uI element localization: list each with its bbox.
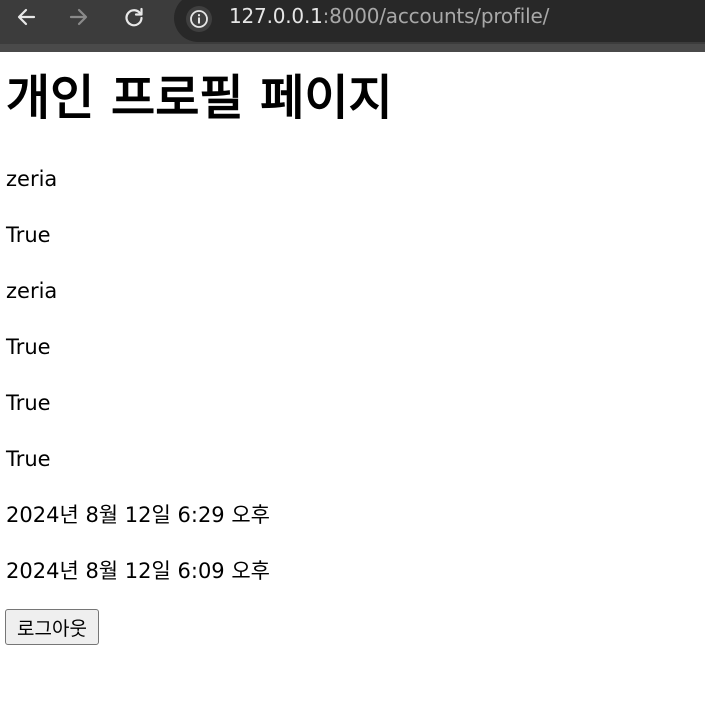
- profile-field-flag: True: [6, 335, 51, 359]
- profile-field-flag: True: [6, 223, 51, 247]
- profile-field-date-joined: 2024년 8월 12일 6:09 오후: [6, 559, 270, 583]
- profile-field-username: zeria: [6, 279, 58, 303]
- profile-field-username: zeria: [6, 167, 58, 191]
- forward-button[interactable]: [63, 4, 95, 30]
- arrow-right-icon: [69, 8, 88, 26]
- profile-field-flag: True: [6, 447, 51, 471]
- url-path: :8000/accounts/profile/: [322, 4, 550, 28]
- arrow-left-icon: [17, 8, 36, 26]
- url-text[interactable]: 127.0.0.1:8000/accounts/profile/: [229, 4, 549, 28]
- reload-button[interactable]: [118, 4, 150, 30]
- profile-field-flag: True: [6, 391, 51, 415]
- address-bar[interactable]: 127.0.0.1:8000/accounts/profile/: [174, 0, 705, 42]
- browser-toolbar: 127.0.0.1:8000/accounts/profile/: [0, 0, 705, 52]
- logout-button[interactable]: 로그아웃: [5, 609, 99, 645]
- page-title: 개인 프로필 페이지: [6, 70, 393, 126]
- info-icon[interactable]: [186, 6, 212, 32]
- reload-icon: [125, 7, 143, 27]
- back-button[interactable]: [10, 4, 42, 30]
- profile-field-last-login: 2024년 8월 12일 6:29 오후: [6, 503, 270, 527]
- url-host: 127.0.0.1: [229, 4, 323, 28]
- profile-page: 개인 프로필 페이지 zeria True zeria True True Tr…: [0, 52, 705, 708]
